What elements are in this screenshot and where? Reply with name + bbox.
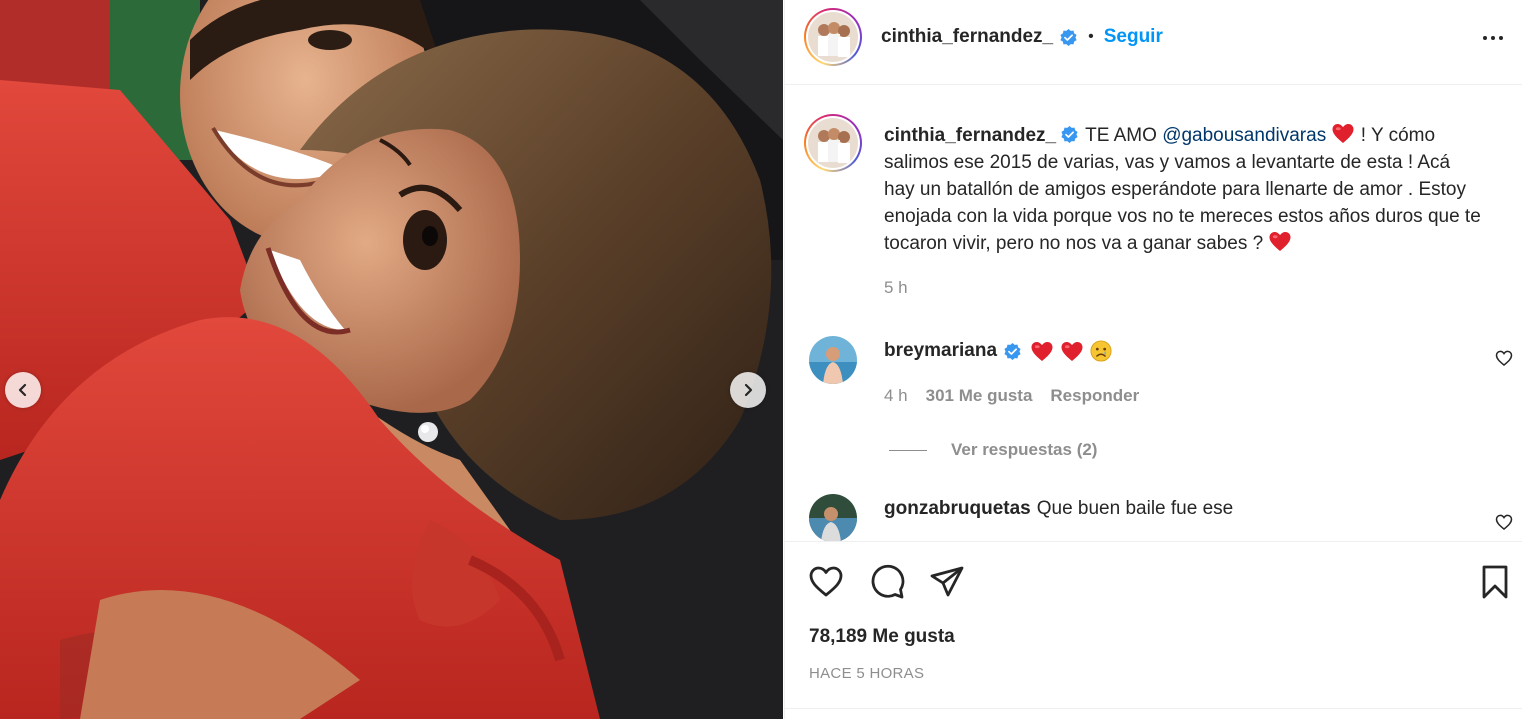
comment-like-heart-icon[interactable] <box>1494 348 1514 368</box>
chevron-right-icon <box>744 383 753 397</box>
more-options-icon[interactable] <box>1478 28 1508 48</box>
post-header: cinthia_fernandez_ • Seguir <box>785 0 1522 85</box>
likes-count[interactable]: 78,189 Me gusta <box>809 626 955 648</box>
follow-button[interactable]: Seguir <box>1104 26 1163 48</box>
avatar-image <box>809 494 857 541</box>
caption-author-username[interactable]: cinthia_fernandez_ <box>884 125 1056 146</box>
post-photo <box>0 0 783 719</box>
bookmark-icon[interactable] <box>1475 562 1515 602</box>
red-heart-emoji-icon <box>1061 341 1083 361</box>
comments-section[interactable]: cinthia_fernandez_ TE AMO @gabousandivar… <box>785 86 1522 541</box>
comment-meta: 4 h 301 Me gusta Responder <box>884 386 1139 406</box>
separator-dot: • <box>1088 28 1094 45</box>
commenter-avatar[interactable] <box>809 494 857 541</box>
avatar-image <box>808 12 858 62</box>
comment-text-row: gonzabruquetas Que buen baile fue ese <box>884 498 1233 520</box>
comment-bubble-icon[interactable] <box>867 562 907 602</box>
crying-face-emoji-icon <box>1090 340 1112 362</box>
verified-badge-icon <box>1004 342 1021 360</box>
commenter-avatar[interactable] <box>809 336 857 384</box>
paper-plane-icon[interactable] <box>927 562 967 602</box>
reply-button[interactable]: Responder <box>1050 386 1139 406</box>
post-age[interactable]: HACE 5 HORAS <box>809 665 924 682</box>
avatar-image <box>808 118 858 168</box>
header-user-row: cinthia_fernandez_ • Seguir <box>881 26 1163 48</box>
post-caption: cinthia_fernandez_ TE AMO @gabousandivar… <box>884 122 1484 257</box>
view-replies-button[interactable]: Ver respuestas (2) <box>889 440 1097 460</box>
comment-text-row: breymariana <box>884 340 1112 362</box>
commenter-username[interactable]: breymariana <box>884 340 997 362</box>
red-heart-emoji-icon <box>1332 123 1354 144</box>
verified-badge-icon <box>1061 125 1078 144</box>
commenter-username[interactable]: gonzabruquetas <box>884 498 1031 520</box>
comment-like-heart-icon[interactable] <box>1494 512 1514 532</box>
red-heart-emoji-icon <box>1269 231 1291 252</box>
chevron-left-icon <box>18 383 27 397</box>
heart-outline-icon[interactable] <box>806 562 846 602</box>
red-heart-emoji-icon <box>1031 341 1053 361</box>
avatar-image <box>809 336 857 384</box>
post-media[interactable] <box>0 0 783 719</box>
view-replies-label: Ver respuestas (2) <box>951 440 1098 459</box>
replies-divider-line <box>889 449 927 451</box>
next-photo-button[interactable] <box>730 372 766 408</box>
add-comment-divider <box>785 708 1522 709</box>
author-username[interactable]: cinthia_fernandez_ <box>881 26 1053 48</box>
post-side-panel: cinthia_fernandez_ • Seguir cinthia_fern… <box>784 0 1522 719</box>
previous-photo-button[interactable] <box>5 372 41 408</box>
caption-text-part-1: TE AMO <box>1085 125 1157 146</box>
caption-author-avatar[interactable] <box>804 114 862 172</box>
author-avatar[interactable] <box>804 8 862 66</box>
caption-mention-link[interactable]: @gabousandivaras <box>1162 125 1326 146</box>
comment-timestamp: 4 h <box>884 386 908 405</box>
verified-badge-icon <box>1060 28 1077 46</box>
caption-timestamp: 5 h <box>884 278 908 297</box>
post-actions: 78,189 Me gusta HACE 5 HORAS <box>785 541 1522 719</box>
comment-text: Que buen baile fue ese <box>1036 498 1234 519</box>
comment-likes[interactable]: 301 Me gusta <box>926 386 1033 406</box>
